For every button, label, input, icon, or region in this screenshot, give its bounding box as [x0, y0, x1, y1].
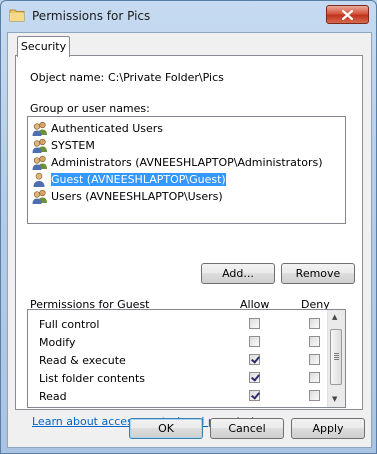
permission-name: Modify — [39, 336, 76, 349]
users-icon — [32, 121, 48, 136]
permission-row: Full control — [28, 315, 328, 333]
permission-name: Full control — [39, 318, 100, 331]
allow-checkbox-checked[interactable] — [249, 372, 260, 383]
cancel-button[interactable]: Cancel — [210, 418, 284, 439]
object-name-label: Object name: — [30, 71, 105, 84]
scroll-up-icon[interactable]: ▲ — [332, 313, 337, 321]
list-item-label: SYSTEM — [51, 139, 95, 152]
allow-checkbox-checked[interactable] — [249, 354, 260, 365]
tab-security[interactable]: Security — [17, 36, 70, 57]
permission-row: Read — [28, 387, 328, 405]
remove-button[interactable]: Remove — [281, 263, 355, 284]
users-icon — [32, 189, 48, 204]
scroll-thumb[interactable] — [330, 329, 342, 385]
list-item-selected[interactable]: Guest (AVNEESHLAPTOP\Guest) — [29, 171, 344, 188]
folder-icon — [9, 8, 25, 22]
window-title: Permissions for Pics — [32, 9, 151, 23]
scroll-down-icon[interactable]: ▼ — [332, 395, 337, 403]
add-button[interactable]: Add... — [201, 263, 275, 284]
close-button[interactable] — [326, 5, 369, 24]
allow-checkbox[interactable] — [249, 318, 260, 329]
user-icon — [32, 172, 48, 187]
deny-checkbox[interactable] — [309, 318, 320, 329]
group-list-label: Group or user names: — [30, 102, 150, 115]
deny-checkbox[interactable] — [309, 336, 320, 347]
list-item-label: Administrators (AVNEESHLAPTOP\Administra… — [51, 156, 323, 169]
users-icon — [32, 138, 48, 153]
allow-checkbox-checked[interactable] — [249, 390, 260, 401]
deny-checkbox[interactable] — [309, 354, 320, 365]
list-item[interactable]: Users (AVNEESHLAPTOP\Users) — [29, 188, 344, 205]
object-name-value: C:\Private Folder\Pics — [108, 71, 224, 84]
deny-checkbox[interactable] — [309, 390, 320, 401]
permissions-list[interactable]: Full control Modify Read & execute List … — [27, 309, 346, 408]
list-item-label: Users (AVNEESHLAPTOP\Users) — [51, 190, 223, 203]
permissions-scrollbar[interactable]: ▲ ▼ — [327, 310, 345, 407]
close-icon — [342, 10, 353, 20]
group-user-list[interactable]: Authenticated Users SYSTEM Administrator… — [27, 116, 346, 224]
apply-button[interactable]: Apply — [291, 418, 365, 439]
permission-row: List folder contents — [28, 369, 328, 387]
permissions-window: Permissions for Pics Security Object nam… — [0, 0, 377, 454]
permission-name: Read — [39, 390, 67, 403]
security-panel: Object name: C:\Private Folder\Pics Grou… — [15, 55, 363, 428]
list-item-label: Guest (AVNEESHLAPTOP\Guest) — [51, 173, 226, 186]
permission-name: List folder contents — [39, 372, 145, 385]
permission-name: Read & execute — [39, 354, 126, 367]
permission-row: Read & execute — [28, 351, 328, 369]
list-item[interactable]: Authenticated Users — [29, 120, 344, 137]
list-item-label: Authenticated Users — [51, 122, 164, 135]
users-icon — [32, 155, 48, 170]
allow-checkbox[interactable] — [249, 336, 260, 347]
dialog-client: Security Object name: C:\Private Folder\… — [7, 32, 372, 448]
list-item[interactable]: SYSTEM — [29, 137, 344, 154]
deny-checkbox[interactable] — [309, 372, 320, 383]
title-bar[interactable]: Permissions for Pics — [1, 1, 376, 31]
list-item[interactable]: Administrators (AVNEESHLAPTOP\Administra… — [29, 154, 344, 171]
ok-button[interactable]: OK — [129, 418, 203, 439]
permission-row: Modify — [28, 333, 328, 351]
